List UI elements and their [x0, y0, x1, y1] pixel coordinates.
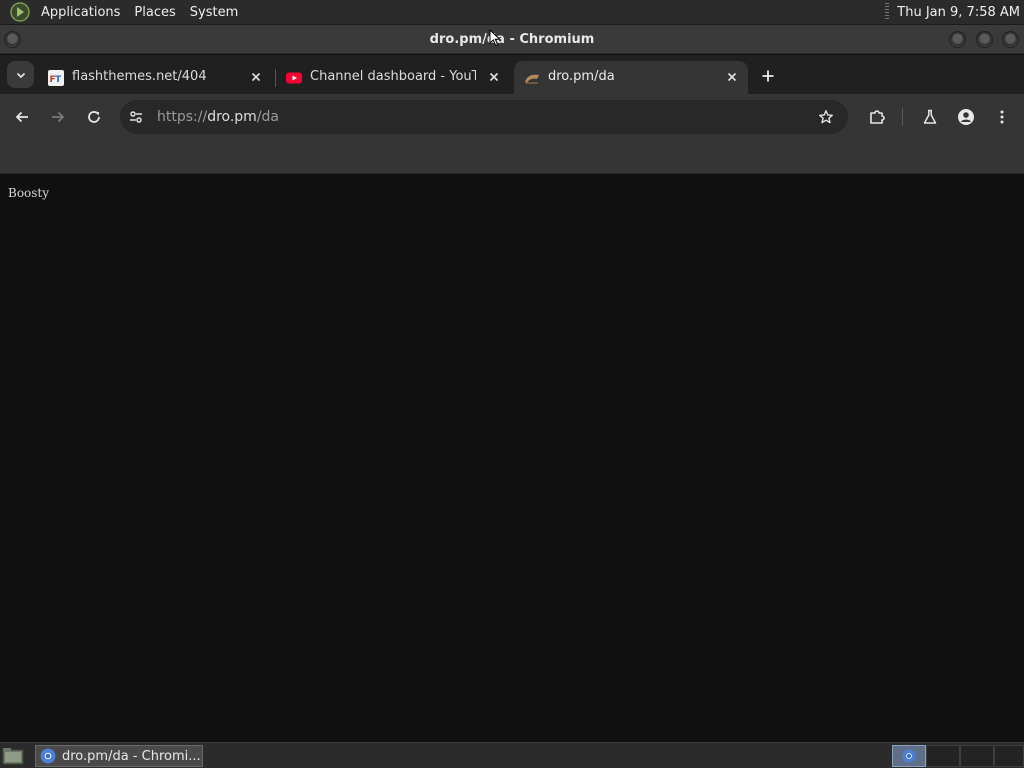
forward-button[interactable]: [46, 105, 70, 129]
toolbar-divider: [902, 108, 903, 126]
chromium-icon: [40, 748, 56, 764]
tab-close-button[interactable]: [724, 69, 740, 85]
new-tab-button[interactable]: [756, 64, 780, 88]
window-titlebar[interactable]: dro.pm/da - Chromium: [0, 25, 1024, 54]
workspace-2[interactable]: [926, 745, 960, 767]
url-host: dro.pm: [207, 109, 257, 125]
profile-button[interactable]: [954, 105, 978, 129]
taskbar-window-label: dro.pm/da - Chromi...: [62, 748, 201, 764]
applications-menu[interactable]: Applications: [34, 5, 127, 20]
tab-youtube[interactable]: Channel dashboard - YouTube: [276, 61, 508, 94]
close-window-button[interactable]: [1002, 31, 1019, 48]
tab-strip: F T flashthemes.net/404 Channel dashboar…: [0, 55, 1024, 94]
tab-title: dro.pm/da: [548, 69, 615, 84]
maximize-button[interactable]: [976, 31, 993, 48]
workspace-1[interactable]: [892, 745, 926, 767]
tab-dro-pm[interactable]: dro.pm/da: [514, 61, 748, 94]
back-button[interactable]: [10, 105, 34, 129]
mouse-pointer-icon: [489, 29, 501, 47]
close-icon: [489, 72, 499, 82]
tab-search-button[interactable]: [7, 61, 34, 88]
menu-button[interactable]: [990, 105, 1014, 129]
url-text[interactable]: https://dro.pm/da: [157, 109, 279, 125]
top-panel: Applications Places System Thu Jan 9, 7:…: [0, 0, 1024, 25]
window-title: dro.pm/da - Chromium: [429, 31, 595, 47]
site-info-button[interactable]: [124, 105, 148, 129]
youtube-icon: [286, 72, 302, 84]
page-text: Boosty: [8, 186, 50, 200]
labs-button[interactable]: [918, 105, 942, 129]
workspace-4[interactable]: [994, 745, 1024, 767]
tab-close-button[interactable]: [486, 69, 502, 85]
kebab-menu-icon: [1000, 110, 1004, 124]
page-content: Boosty: [0, 175, 1024, 742]
clock[interactable]: Thu Jan 9, 7:58 AM: [897, 5, 1020, 20]
star-icon: [819, 110, 833, 124]
places-menu[interactable]: Places: [127, 5, 182, 20]
url-path: /da: [256, 109, 280, 125]
dro-icon: [525, 74, 539, 84]
window-menu-button[interactable]: [4, 31, 21, 48]
chevron-down-icon: [16, 72, 25, 78]
address-bar[interactable]: https://dro.pm/da: [120, 100, 848, 134]
browser-toolbar: https://dro.pm/da: [0, 94, 1024, 140]
chromium-icon: [902, 749, 916, 763]
tab-title: flashthemes.net/404: [72, 69, 207, 84]
ft-icon: F T: [48, 70, 64, 86]
plus-icon: [762, 70, 774, 82]
show-desktop-icon[interactable]: [2, 747, 24, 765]
app-menu-logo-icon[interactable]: [9, 1, 31, 23]
tab-title: Channel dashboard - YouTube: [310, 69, 476, 84]
flask-icon: [923, 109, 937, 124]
bookmark-star-button[interactable]: [814, 105, 838, 129]
taskbar-window-button[interactable]: dro.pm/da - Chromi...: [35, 745, 203, 767]
minimize-button[interactable]: [949, 31, 966, 48]
bottom-panel: dro.pm/da - Chromi...: [0, 742, 1024, 768]
account-icon: [958, 109, 974, 125]
arrow-right-icon: [52, 111, 65, 123]
tune-icon: [130, 111, 142, 123]
panel-grip-handle[interactable]: [885, 3, 890, 21]
workspace-3[interactable]: [960, 745, 994, 767]
svg-text:T: T: [55, 75, 62, 85]
system-menu[interactable]: System: [183, 5, 245, 20]
tab-flashthemes[interactable]: F T flashthemes.net/404: [38, 61, 270, 94]
extensions-button[interactable]: [865, 105, 889, 129]
bookmarks-bar: [0, 140, 1024, 174]
puzzle-icon: [870, 110, 885, 124]
tab-close-button[interactable]: [248, 69, 264, 85]
close-icon: [251, 72, 261, 82]
url-scheme: https://: [157, 109, 208, 125]
reload-button[interactable]: [82, 105, 106, 129]
close-icon: [727, 72, 737, 82]
reload-icon: [88, 111, 100, 123]
arrow-left-icon: [15, 111, 28, 123]
